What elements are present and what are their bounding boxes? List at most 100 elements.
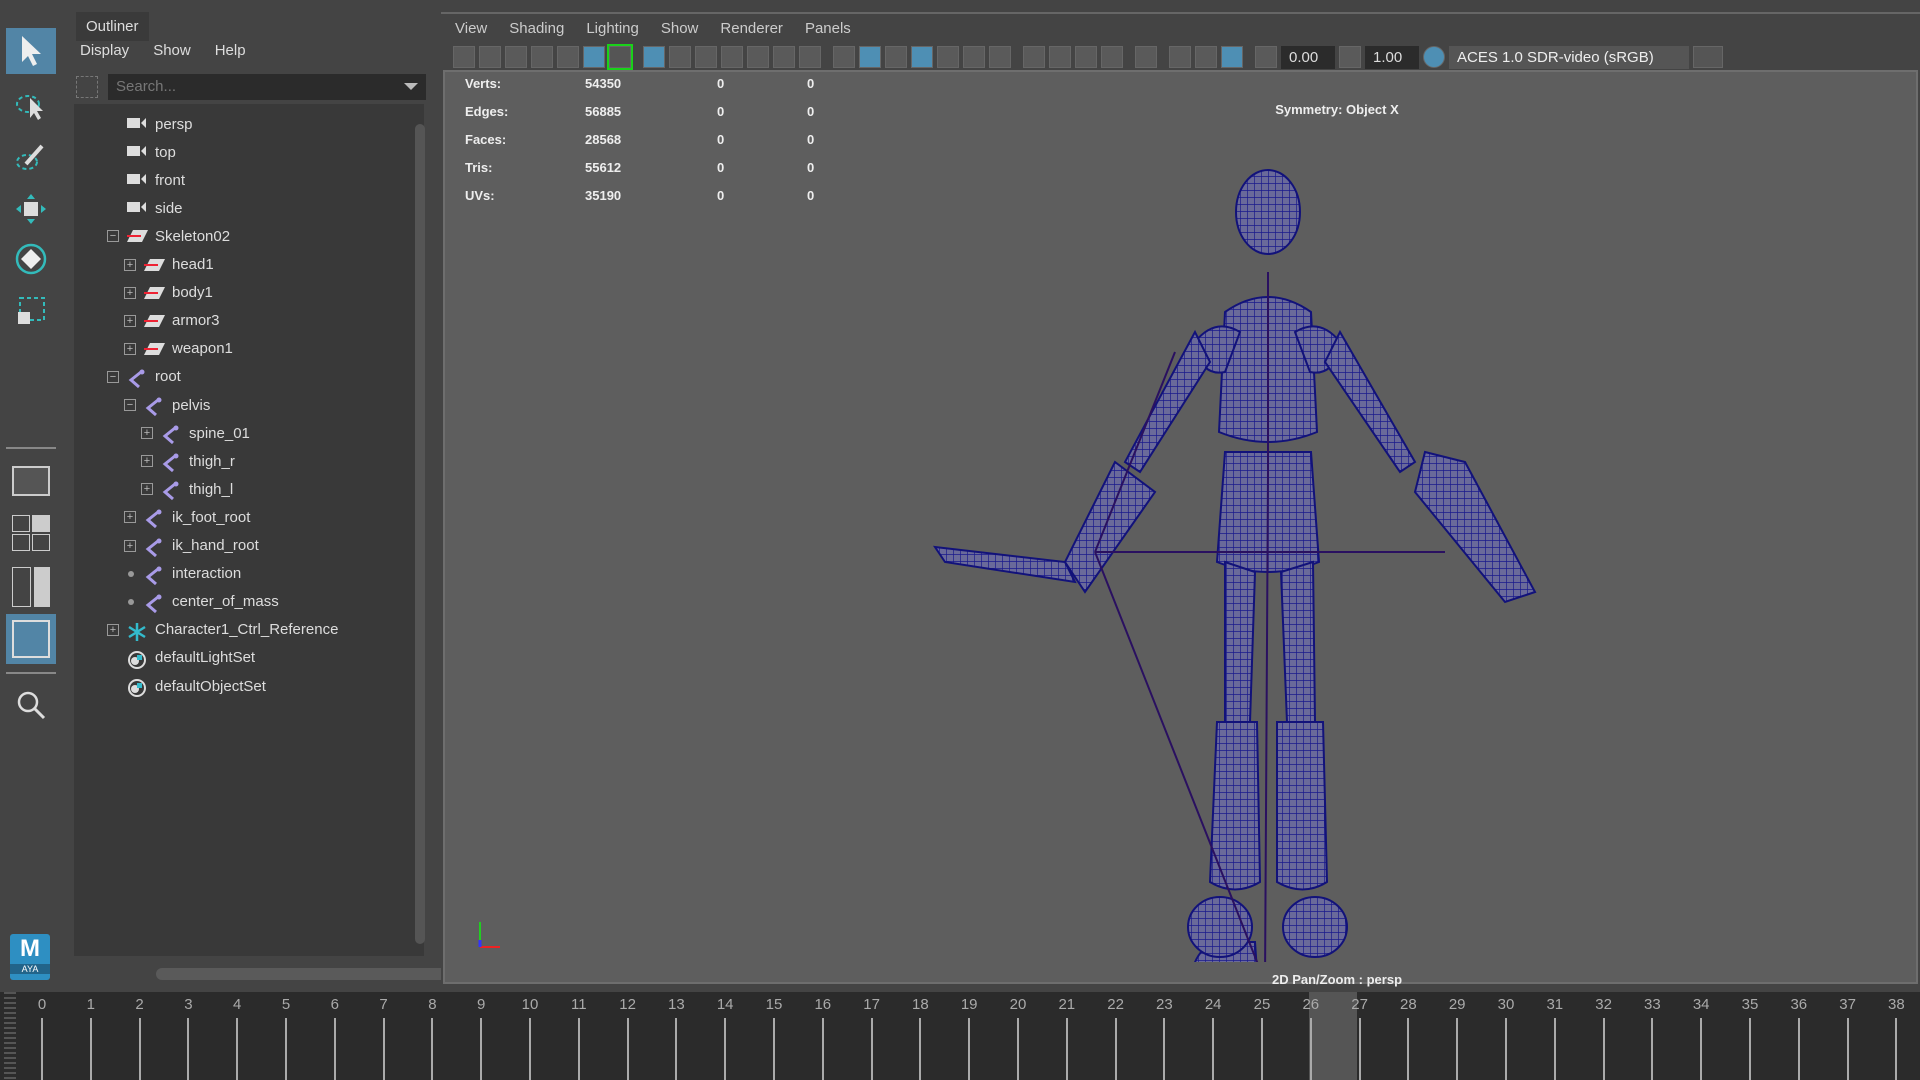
film-gate-icon[interactable] [669, 46, 691, 68]
expand-icon[interactable]: + [124, 539, 136, 552]
menu-show[interactable]: Show [661, 20, 699, 37]
tree-item[interactable]: + thigh_r [141, 447, 235, 475]
menu-lighting[interactable]: Lighting [586, 20, 639, 37]
gamma-field[interactable]: 1.00 [1365, 45, 1419, 69]
expand-icon[interactable]: + [124, 511, 136, 524]
textured-icon[interactable] [937, 46, 959, 68]
exposure-field[interactable]: 0.00 [1281, 45, 1335, 69]
time-slider[interactable]: 0 1 2 3 4 5 6 7 8 9 10 11 12 13 14 15 16 17 18 19 20 21 22 23 24… [0, 992, 1920, 1080]
drag-handle[interactable] [4, 992, 16, 1080]
collapse-icon[interactable]: − [107, 370, 119, 383]
paint-select-tool[interactable] [6, 134, 56, 180]
anti-aliasing-icon[interactable] [1075, 46, 1097, 68]
xray-icon[interactable] [1169, 46, 1191, 68]
field-chart-icon[interactable] [747, 46, 769, 68]
tree-item[interactable]: + armor3 [124, 307, 220, 335]
chevron-down-icon[interactable] [404, 83, 418, 90]
leaf-dot-icon[interactable] [128, 598, 134, 605]
image-plane-icon[interactable] [557, 46, 579, 68]
camera-icon[interactable] [453, 46, 475, 68]
wireframe-icon[interactable] [833, 46, 855, 68]
menu-view[interactable]: View [455, 20, 487, 37]
tree-item[interactable]: − Skeleton02 [107, 222, 230, 250]
exposure-icon[interactable] [1255, 46, 1277, 68]
wireframe-on-shaded-icon[interactable] [911, 46, 933, 68]
tree-item[interactable]: + ik_hand_root [124, 532, 259, 560]
expand-icon[interactable]: + [141, 427, 153, 440]
expand-icon[interactable]: + [124, 258, 136, 271]
lights-icon[interactable] [963, 46, 985, 68]
rotate-tool[interactable] [6, 236, 56, 282]
tree-item[interactable]: front [127, 166, 185, 194]
default-material-icon[interactable] [885, 46, 907, 68]
tree-item[interactable]: − pelvis [124, 391, 210, 419]
color-space-dropdown[interactable]: ACES 1.0 SDR-video (sRGB) [1449, 45, 1689, 69]
grid-icon[interactable] [643, 46, 665, 68]
search-tool[interactable] [6, 682, 56, 728]
menu-shading[interactable]: Shading [509, 20, 564, 37]
tree-item[interactable]: + thigh_l [141, 475, 233, 503]
tree-item[interactable]: + weapon1 [124, 335, 233, 363]
bookmark-icon[interactable] [531, 46, 553, 68]
gate-mask-icon[interactable] [721, 46, 743, 68]
xray-active-icon[interactable] [1221, 46, 1243, 68]
filter-icon[interactable] [76, 76, 98, 98]
motion-blur-icon[interactable] [1049, 46, 1071, 68]
smooth-shade-icon[interactable] [859, 46, 881, 68]
chevron-down-icon[interactable] [1693, 46, 1723, 68]
xray-joints-icon[interactable] [1195, 46, 1217, 68]
expand-icon[interactable]: + [141, 483, 153, 496]
tree-item[interactable]: + Character1_Ctrl_Reference [107, 616, 338, 644]
move-tool[interactable] [6, 186, 56, 232]
search-input[interactable]: Search... [108, 74, 426, 100]
collapse-icon[interactable]: − [124, 399, 136, 411]
tree-item[interactable]: + spine_01 [141, 419, 250, 447]
tree-item[interactable]: persp [127, 110, 193, 138]
safe-title-icon[interactable] [799, 46, 821, 68]
menu-renderer[interactable]: Renderer [720, 20, 783, 37]
tree-item[interactable]: defaultObjectSet [127, 672, 266, 700]
ambient-occlusion-icon[interactable] [1023, 46, 1045, 68]
depth-of-field-icon[interactable] [1101, 46, 1123, 68]
menu-display[interactable]: Display [80, 42, 129, 59]
outliner-layout-button[interactable] [6, 614, 56, 664]
vertical-scrollbar[interactable] [415, 124, 425, 944]
tree-item[interactable]: center_of_mass [128, 588, 279, 616]
tree-item[interactable]: + ik_foot_root [124, 503, 250, 531]
leaf-dot-icon[interactable] [128, 570, 134, 577]
tree-item[interactable]: − root [107, 363, 181, 391]
tree-item[interactable]: interaction [128, 560, 241, 588]
expand-icon[interactable]: + [124, 314, 136, 327]
expand-icon[interactable]: + [124, 342, 136, 355]
expand-icon[interactable]: + [107, 623, 119, 636]
tree-item[interactable]: defaultLightSet [127, 644, 255, 672]
tree-item[interactable]: + head1 [124, 251, 214, 279]
shadows-icon[interactable] [989, 46, 1011, 68]
lasso-tool[interactable] [6, 82, 56, 128]
two-view-layout-button[interactable] [6, 564, 56, 610]
gamma-icon[interactable] [1339, 46, 1361, 68]
viewport-canvas[interactable]: Verts: 54350 0 0 Edges: 56885 0 0 Faces: 28568 0 0 T… [443, 70, 1918, 987]
horizontal-scrollbar[interactable] [156, 968, 461, 980]
expand-icon[interactable]: + [124, 286, 136, 299]
tree-item[interactable]: + body1 [124, 279, 213, 307]
scale-tool[interactable] [6, 288, 56, 334]
outliner-tab[interactable]: Outliner [76, 12, 149, 41]
four-view-layout-button[interactable] [6, 510, 56, 556]
expand-icon[interactable]: + [141, 455, 153, 468]
tree-item[interactable]: top [127, 138, 176, 166]
single-perspective-layout-button[interactable] [6, 458, 56, 504]
safe-action-icon[interactable] [773, 46, 795, 68]
camera-attributes-icon[interactable] [505, 46, 527, 68]
tree-item[interactable]: side [127, 194, 183, 222]
select-tool[interactable] [6, 28, 56, 74]
menu-show[interactable]: Show [153, 42, 191, 59]
menu-panels[interactable]: Panels [805, 20, 851, 37]
lock-camera-icon[interactable] [479, 46, 501, 68]
collapse-icon[interactable]: − [107, 230, 119, 243]
menu-help[interactable]: Help [215, 42, 246, 59]
isolate-select-icon[interactable] [1135, 46, 1157, 68]
resolution-gate-icon[interactable] [695, 46, 717, 68]
2d-pan-zoom-icon[interactable] [583, 46, 605, 68]
color-management-toggle[interactable] [1423, 46, 1445, 68]
